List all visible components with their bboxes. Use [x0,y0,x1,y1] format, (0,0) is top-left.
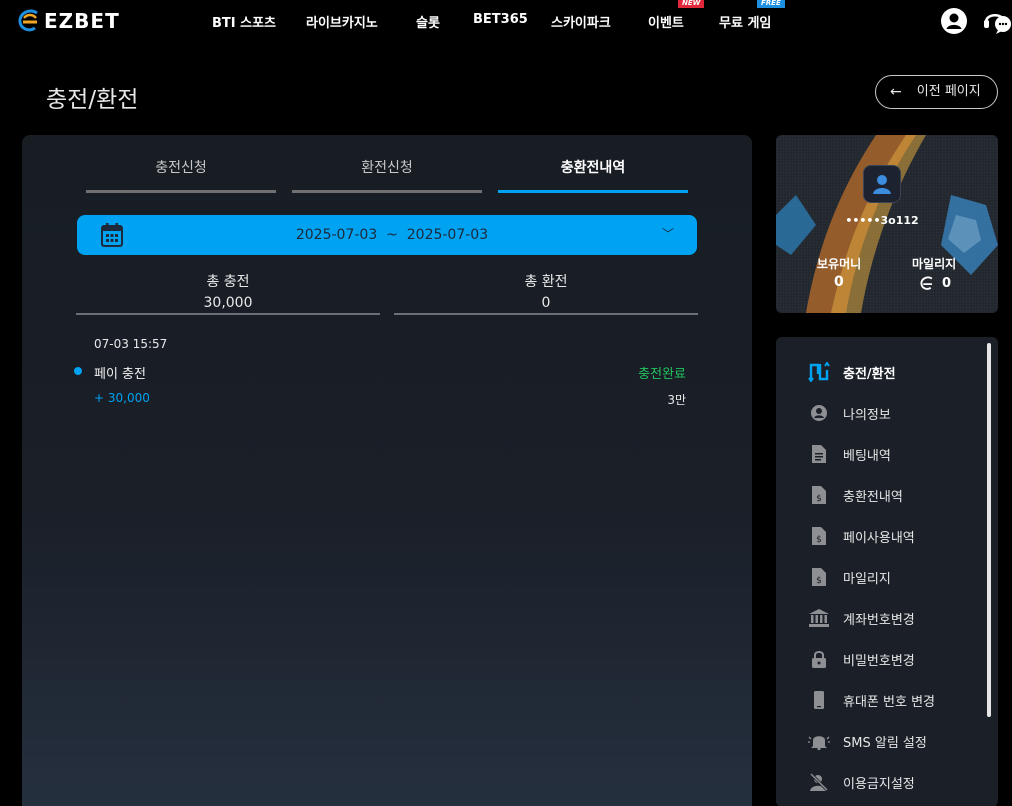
document-icon [808,443,830,465]
bell-icon [808,730,830,752]
menu-item-bet-history[interactable]: 베팅내역 [808,442,891,466]
tab-charge-request[interactable]: 충전신청 [86,157,276,177]
ezbet-logo-icon [18,9,38,32]
menu-item-my-info[interactable]: 나의정보 [808,401,891,425]
menu-item-charge-exchange[interactable]: 충전/환전 [808,360,896,384]
tab-transaction-history[interactable]: 충환전내역 [498,157,688,177]
menu-item-account-number-change[interactable]: 계좌번호변경 [808,606,915,630]
menu-label: 베팅내역 [843,448,891,464]
phone-icon [808,689,830,711]
menu-label: 페이사용내역 [843,530,915,546]
chevron-down-icon: ﹀ [662,227,675,241]
nav-bet365[interactable]: BET365 [473,12,528,27]
menu-label: 마일리지 [843,571,891,587]
user-circle-icon [808,402,830,424]
transaction-datetime: 07-03 15:57 [94,337,168,351]
balance-label: 보유머니 [817,257,862,271]
nav-skypark[interactable]: 스카이파크 [551,12,611,31]
menu-item-usage-restriction-settings[interactable]: 이용금지설정 [808,770,915,794]
date-range-text: 2025-07-03 ~ 2025-07-03 [295,227,489,243]
summary-divider [394,313,698,315]
tab-exchange-request[interactable]: 환전신청 [292,157,482,177]
menu-item-password-change[interactable]: 비밀번호변경 [808,647,915,671]
tab-charge-request-underline [86,190,276,193]
transaction-amount: + 30,000 [94,391,150,405]
total-exchange-summary: 총 환전 0 [394,271,698,311]
svg-text:$: $ [816,535,822,545]
support-chat-icon[interactable] [982,7,1012,35]
transaction-status: 충전완료 [638,367,686,382]
nav-bti-sports[interactable]: BTI 스포츠 [212,12,276,31]
balance-value: 0 [834,274,844,290]
nav-slot[interactable]: 슬롯 [416,12,440,31]
nav-event-label: 이벤트 [648,16,684,31]
ezbet-logo[interactable]: EZBET [16,9,120,33]
menu-item-mileage[interactable]: $ 마일리지 [808,565,891,589]
menu-label: 계좌번호변경 [843,612,915,628]
menu-item-phone-change[interactable]: 휴대폰 번호 변경 [808,688,935,712]
transaction-type: 페이 충전 [94,367,146,382]
money-document-icon: $ [808,484,830,506]
menu-label: 비밀번호변경 [843,653,915,669]
nav-free-game-label: 무료 게임 [719,16,772,31]
total-exchange-value: 0 [541,295,551,311]
menu-label: SMS 알림 설정 [843,735,927,751]
menu-label: 휴대폰 번호 변경 [843,694,935,710]
tab-transaction-history-underline [498,190,688,193]
logo-text: EZBET [44,9,120,33]
side-menu: 충전/환전 나의정보 베팅내역 $ 충환전내역 $ 페이사용내역 $ 마일리지 … [776,337,998,806]
nav-free-game[interactable]: 무료 게임 FREE [719,0,785,31]
new-badge: NEW [678,0,705,8]
top-navigation-bar: EZBET BTI 스포츠 라이브카지노 슬롯 BET365 스카이파크 이벤트… [0,0,1012,42]
free-badge: FREE [757,0,785,8]
arrow-left-icon: ← [890,84,902,100]
svg-text:$: $ [816,576,822,586]
money-document-icon: $ [808,525,830,547]
menu-item-charge-exchange-history[interactable]: $ 충환전내역 [808,483,903,507]
transaction-short-amount: 3만 [667,393,686,407]
exchange-icon [808,361,830,383]
main-panel: 충전신청 환전신청 충환전내역 2025-07-03 ~ 2025-07-03 … [22,135,752,806]
total-charge-value: 30,000 [203,295,253,311]
profile-card: •••••3o112 보유머니 0 마일리지 0 [776,135,998,313]
page-title: 충전/환전 [46,87,139,113]
username: •••••3o112 [845,214,919,227]
user-icon [873,175,891,194]
side-menu-scrollbar[interactable] [987,343,991,717]
menu-item-pay-history[interactable]: $ 페이사용내역 [808,524,915,548]
nav-event[interactable]: 이벤트 NEW [648,0,705,31]
avatar [863,165,901,203]
date-range-picker[interactable]: 2025-07-03 ~ 2025-07-03 ﹀ [77,215,697,255]
lock-icon [808,648,830,670]
nav-live-casino[interactable]: 라이브카지노 [306,12,378,31]
account-icon[interactable] [940,7,968,35]
menu-label: 나의정보 [843,407,891,423]
back-button-label: 이전 페이지 [916,84,981,99]
svg-text:$: $ [816,494,822,504]
menu-label: 충전/환전 [843,366,896,382]
user-blocked-icon [808,771,830,793]
bank-icon [808,607,830,629]
total-charge-summary: 총 충전 30,000 [76,271,380,311]
mileage-label: 마일리지 [912,257,957,271]
summary-divider [76,313,380,315]
total-exchange-label: 총 환전 [524,274,568,290]
menu-label: 충환전내역 [843,489,903,505]
menu-item-sms-alert-settings[interactable]: SMS 알림 설정 [808,729,927,753]
mileage-value: 0 [942,276,952,291]
mileage-logo-icon [920,276,933,290]
tab-exchange-request-underline [292,190,482,193]
bullet-dot-icon [74,367,82,375]
total-charge-label: 총 충전 [206,274,250,290]
menu-label: 이용금지설정 [843,776,915,792]
money-document-icon: $ [808,566,830,588]
back-button[interactable]: ← 이전 페이지 [875,75,998,109]
